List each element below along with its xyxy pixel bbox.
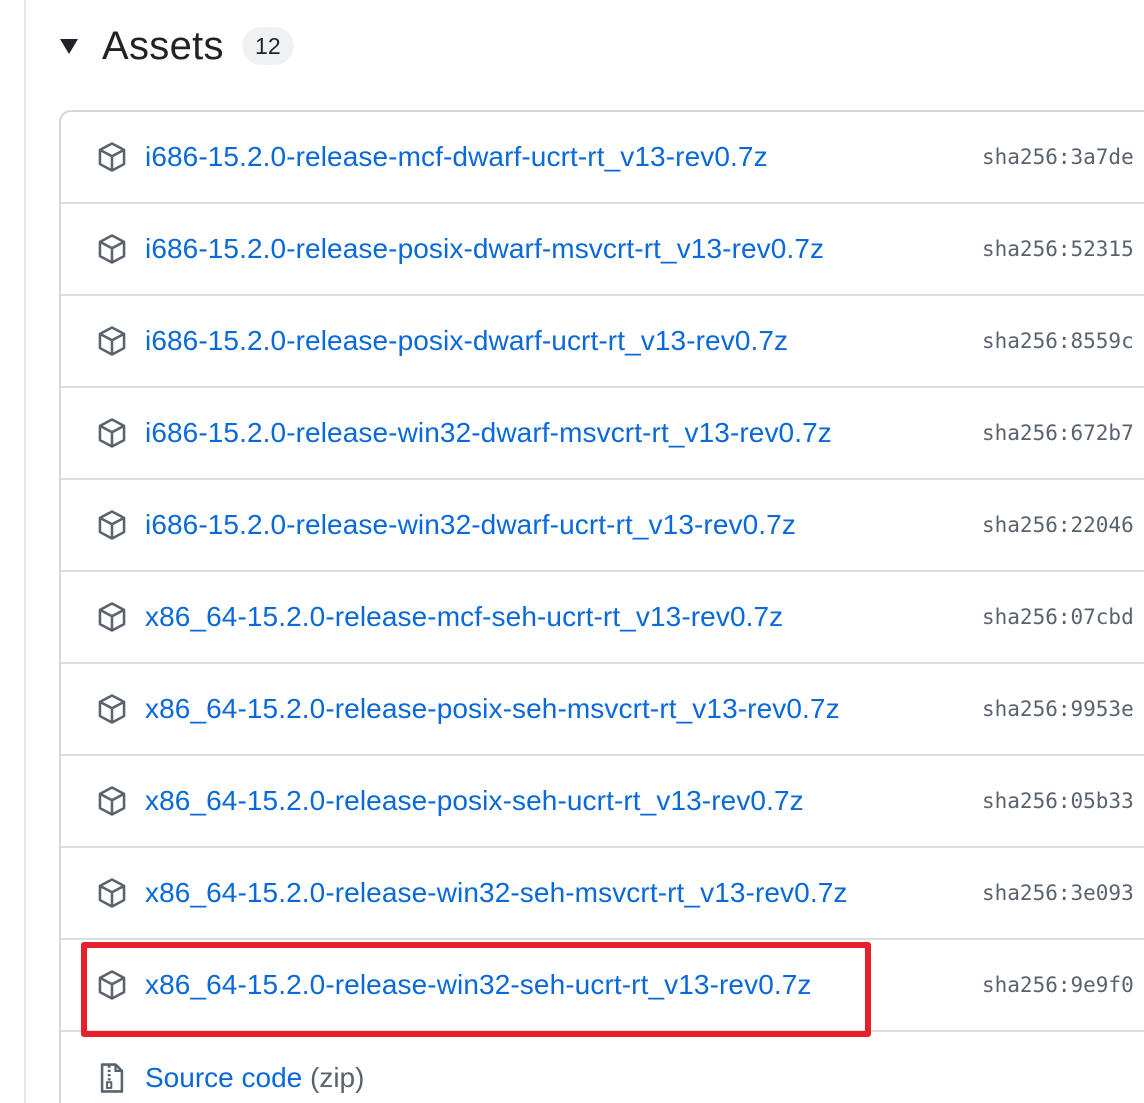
asset-sha256: sha256:3e093 xyxy=(982,881,1134,905)
list-item-source-code: Source code (zip) xyxy=(61,1032,1144,1103)
sidebar-divider xyxy=(24,0,26,1103)
list-item: x86_64-15.2.0-release-win32-seh-msvcrt-r… xyxy=(61,848,1144,940)
package-icon xyxy=(98,418,126,448)
source-code-link[interactable]: Source code (zip) xyxy=(145,1062,364,1094)
file-zip-icon xyxy=(100,1063,124,1093)
package-icon xyxy=(98,142,126,172)
package-icon xyxy=(98,234,126,264)
package-icon xyxy=(98,786,126,816)
asset-sha256: sha256:9e9f0 xyxy=(982,973,1134,997)
package-icon xyxy=(98,326,126,356)
asset-sha256: sha256:3a7de xyxy=(982,145,1134,169)
package-icon xyxy=(98,602,126,632)
release-page: Assets 12 i686-15.2.0-release-mcf-dwarf-… xyxy=(0,0,1144,1103)
asset-sha256: sha256:52315 xyxy=(982,237,1134,261)
package-icon xyxy=(98,970,126,1000)
list-item: x86_64-15.2.0-release-win32-seh-ucrt-rt_… xyxy=(61,940,1144,1032)
asset-sha256: sha256:9953e xyxy=(982,697,1134,721)
asset-link[interactable]: x86_64-15.2.0-release-posix-seh-ucrt-rt_… xyxy=(145,785,804,817)
asset-link[interactable]: i686-15.2.0-release-posix-dwarf-ucrt-rt_… xyxy=(145,325,788,357)
list-item: i686-15.2.0-release-posix-dwarf-ucrt-rt_… xyxy=(61,296,1144,388)
list-item: i686-15.2.0-release-win32-dwarf-msvcrt-r… xyxy=(61,388,1144,480)
asset-sha256: sha256:8559c xyxy=(982,329,1134,353)
asset-sha256: sha256:07cbd xyxy=(982,605,1134,629)
assets-title: Assets xyxy=(102,23,224,68)
package-icon xyxy=(98,878,126,908)
asset-link[interactable]: x86_64-15.2.0-release-mcf-seh-ucrt-rt_v1… xyxy=(145,601,783,633)
asset-link[interactable]: i686-15.2.0-release-win32-dwarf-msvcrt-r… xyxy=(145,417,832,449)
source-code-label: Source code xyxy=(145,1062,303,1093)
asset-sha256: sha256:672b7 xyxy=(982,421,1134,445)
list-item: i686-15.2.0-release-posix-dwarf-msvcrt-r… xyxy=(61,204,1144,296)
asset-link[interactable]: x86_64-15.2.0-release-win32-seh-msvcrt-r… xyxy=(145,877,847,909)
triangle-down-icon[interactable] xyxy=(56,33,82,59)
list-item: i686-15.2.0-release-win32-dwarf-ucrt-rt_… xyxy=(61,480,1144,572)
source-code-format: (zip) xyxy=(310,1062,365,1093)
asset-sha256: sha256:22046 xyxy=(982,513,1134,537)
asset-link[interactable]: i686-15.2.0-release-posix-dwarf-msvcrt-r… xyxy=(145,233,824,265)
assets-count-badge: 12 xyxy=(241,27,294,65)
list-item: x86_64-15.2.0-release-posix-seh-msvcrt-r… xyxy=(61,664,1144,756)
list-item: x86_64-15.2.0-release-mcf-seh-ucrt-rt_v1… xyxy=(61,572,1144,664)
asset-link[interactable]: i686-15.2.0-release-win32-dwarf-ucrt-rt_… xyxy=(145,509,796,541)
asset-link[interactable]: x86_64-15.2.0-release-win32-seh-ucrt-rt_… xyxy=(145,969,812,1001)
assets-header[interactable]: Assets 12 xyxy=(56,18,294,74)
asset-sha256: sha256:05b33 xyxy=(982,789,1134,813)
asset-link[interactable]: i686-15.2.0-release-mcf-dwarf-ucrt-rt_v1… xyxy=(145,141,768,173)
package-icon xyxy=(98,510,126,540)
package-icon xyxy=(98,694,126,724)
list-item: x86_64-15.2.0-release-posix-seh-ucrt-rt_… xyxy=(61,756,1144,848)
list-item: i686-15.2.0-release-mcf-dwarf-ucrt-rt_v1… xyxy=(61,112,1144,204)
asset-link[interactable]: x86_64-15.2.0-release-posix-seh-msvcrt-r… xyxy=(145,693,840,725)
